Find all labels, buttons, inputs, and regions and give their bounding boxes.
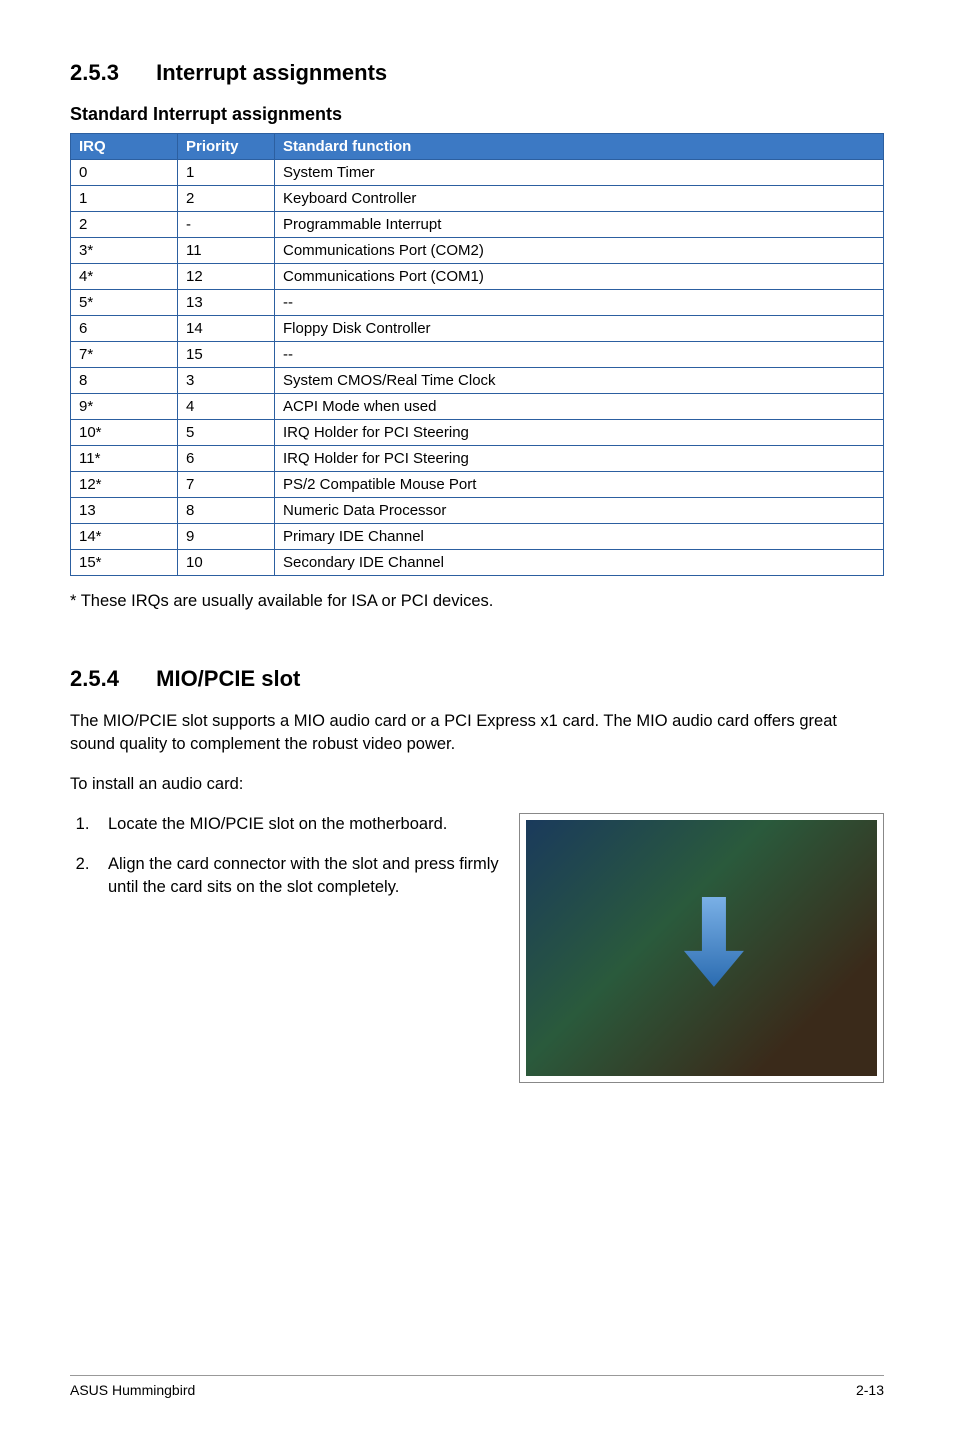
page-footer: ASUS Hummingbird 2-13 bbox=[70, 1375, 884, 1398]
table-row: 83System CMOS/Real Time Clock bbox=[71, 368, 884, 394]
table-row: 11*6IRQ Holder for PCI Steering bbox=[71, 446, 884, 472]
section-title: Interrupt assignments bbox=[156, 60, 387, 85]
list-item: Align the card connector with the slot a… bbox=[94, 853, 499, 898]
install-lead: To install an audio card: bbox=[70, 773, 884, 795]
section-title: MIO/PCIE slot bbox=[156, 666, 300, 691]
table-row: 614Floppy Disk Controller bbox=[71, 316, 884, 342]
table-row: 5*13-- bbox=[71, 290, 884, 316]
table-row: 138Numeric Data Processor bbox=[71, 498, 884, 524]
table-row: 10*5IRQ Holder for PCI Steering bbox=[71, 420, 884, 446]
table-row: 12*7PS/2 Compatible Mouse Port bbox=[71, 472, 884, 498]
irq-table: IRQ Priority Standard function 01System … bbox=[70, 133, 884, 576]
table-row: 01System Timer bbox=[71, 160, 884, 186]
table-row: 4*12Communications Port (COM1) bbox=[71, 264, 884, 290]
section-heading-253: 2.5.3 Interrupt assignments bbox=[70, 60, 884, 86]
table-footnote: * These IRQs are usually available for I… bbox=[70, 590, 884, 612]
table-row: 12Keyboard Controller bbox=[71, 186, 884, 212]
section-number: 2.5.3 bbox=[70, 60, 150, 86]
motherboard-illustration bbox=[526, 820, 877, 1076]
list-item: Locate the MIO/PCIE slot on the motherbo… bbox=[94, 813, 499, 835]
th-priority: Priority bbox=[178, 134, 275, 160]
footer-right: 2-13 bbox=[856, 1382, 884, 1398]
mio-intro: The MIO/PCIE slot supports a MIO audio c… bbox=[70, 710, 884, 755]
table-row: 2-Programmable Interrupt bbox=[71, 212, 884, 238]
table-row: 7*15-- bbox=[71, 342, 884, 368]
section-heading-254: 2.5.4 MIO/PCIE slot bbox=[70, 666, 884, 692]
footer-left: ASUS Hummingbird bbox=[70, 1382, 195, 1398]
th-func: Standard function bbox=[275, 134, 884, 160]
table-row: 14*9Primary IDE Channel bbox=[71, 524, 884, 550]
table-row: 15*10Secondary IDE Channel bbox=[71, 550, 884, 576]
install-steps: Locate the MIO/PCIE slot on the motherbo… bbox=[70, 813, 499, 898]
motherboard-image bbox=[519, 813, 884, 1083]
table-row: 9*4ACPI Mode when used bbox=[71, 394, 884, 420]
section-number: 2.5.4 bbox=[70, 666, 150, 692]
table-row: 3*11Communications Port (COM2) bbox=[71, 238, 884, 264]
table-caption: Standard Interrupt assignments bbox=[70, 104, 884, 125]
th-irq: IRQ bbox=[71, 134, 178, 160]
